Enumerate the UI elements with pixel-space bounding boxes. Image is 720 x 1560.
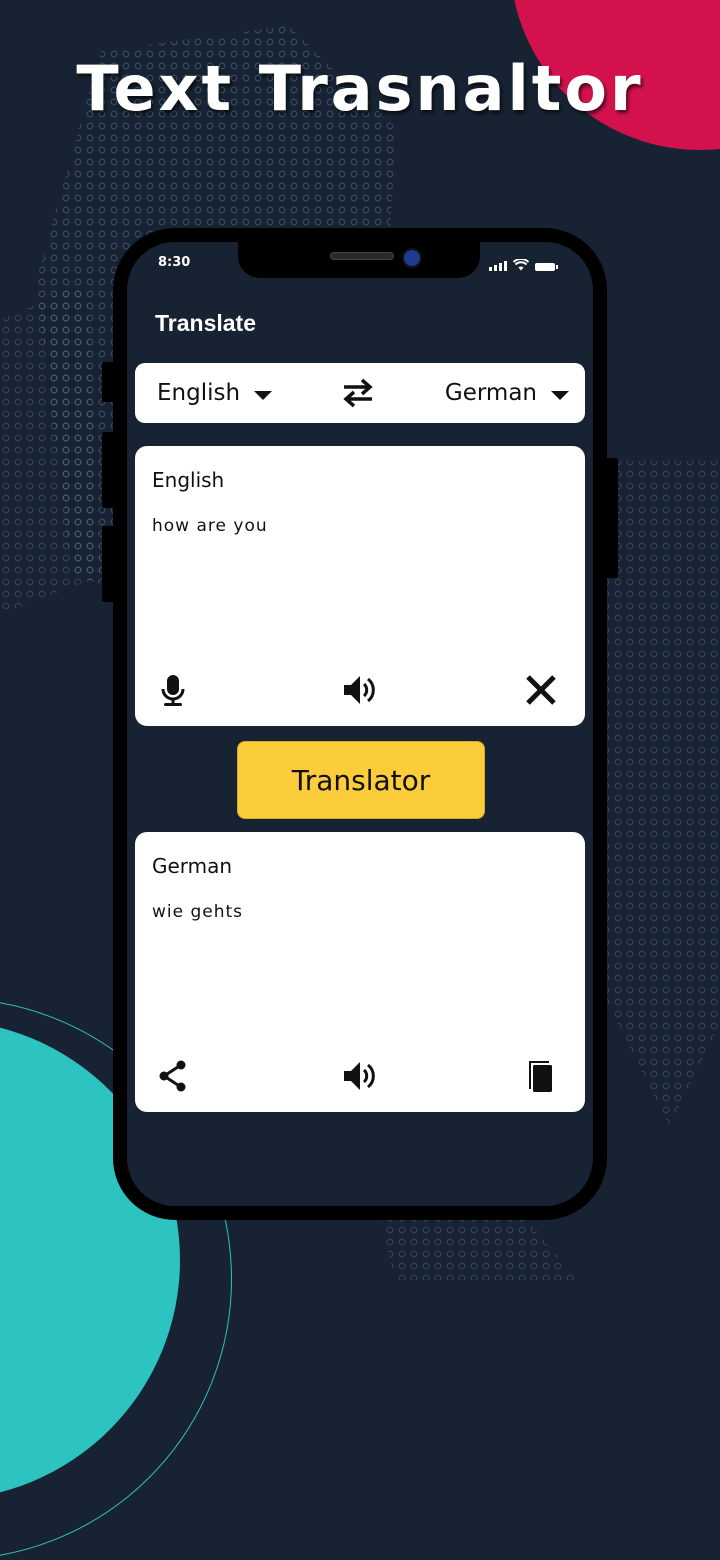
battery-icon	[535, 263, 558, 271]
input-actions	[135, 672, 585, 712]
caret-down-icon	[254, 390, 273, 400]
target-language-label: German	[444, 380, 537, 406]
wifi-icon	[513, 259, 529, 271]
input-card: English how are you	[135, 446, 585, 726]
signal-icon	[489, 261, 507, 271]
close-icon	[526, 675, 556, 705]
speaker-icon	[344, 676, 375, 704]
output-text: wie gehts	[152, 902, 244, 922]
phone-notch	[238, 242, 480, 278]
share-icon	[159, 1060, 186, 1092]
output-card: German wie gehts	[135, 832, 585, 1112]
swap-languages-button[interactable]	[341, 377, 375, 409]
source-language-label: English	[157, 380, 241, 406]
speaker-icon	[344, 1062, 375, 1090]
target-language-dropdown[interactable]: German	[445, 363, 569, 423]
clear-input-button[interactable]	[523, 672, 559, 708]
status-icons	[489, 259, 558, 271]
copy-button[interactable]	[523, 1058, 559, 1094]
source-language-dropdown[interactable]: English	[157, 363, 273, 423]
promo-title: Text Trasnaltor	[76, 52, 644, 125]
output-speak-button[interactable]	[341, 1058, 377, 1094]
output-language-label: German	[152, 854, 233, 878]
app-title: Translate	[155, 310, 256, 336]
front-camera	[402, 248, 422, 268]
output-actions	[135, 1058, 585, 1098]
language-selector-bar: English German	[135, 363, 585, 423]
copy-icon	[529, 1061, 552, 1092]
phone-mockup: 8:30 Translate English German English ho…	[113, 228, 607, 1220]
swap-arrows-icon	[343, 378, 373, 408]
microphone-icon	[161, 675, 185, 706]
phone-side-button	[606, 458, 618, 578]
caret-down-icon	[551, 390, 569, 400]
share-button[interactable]	[155, 1058, 191, 1094]
input-speak-button[interactable]	[341, 672, 377, 708]
microphone-button[interactable]	[155, 672, 191, 708]
input-text-field[interactable]: how are you	[152, 516, 268, 536]
translate-button[interactable]: Translator	[237, 741, 485, 819]
phone-screen: 8:30 Translate English German English ho…	[127, 242, 593, 1206]
input-language-label: English	[152, 468, 225, 492]
status-time: 8:30	[158, 255, 191, 270]
earpiece-speaker	[330, 252, 394, 260]
